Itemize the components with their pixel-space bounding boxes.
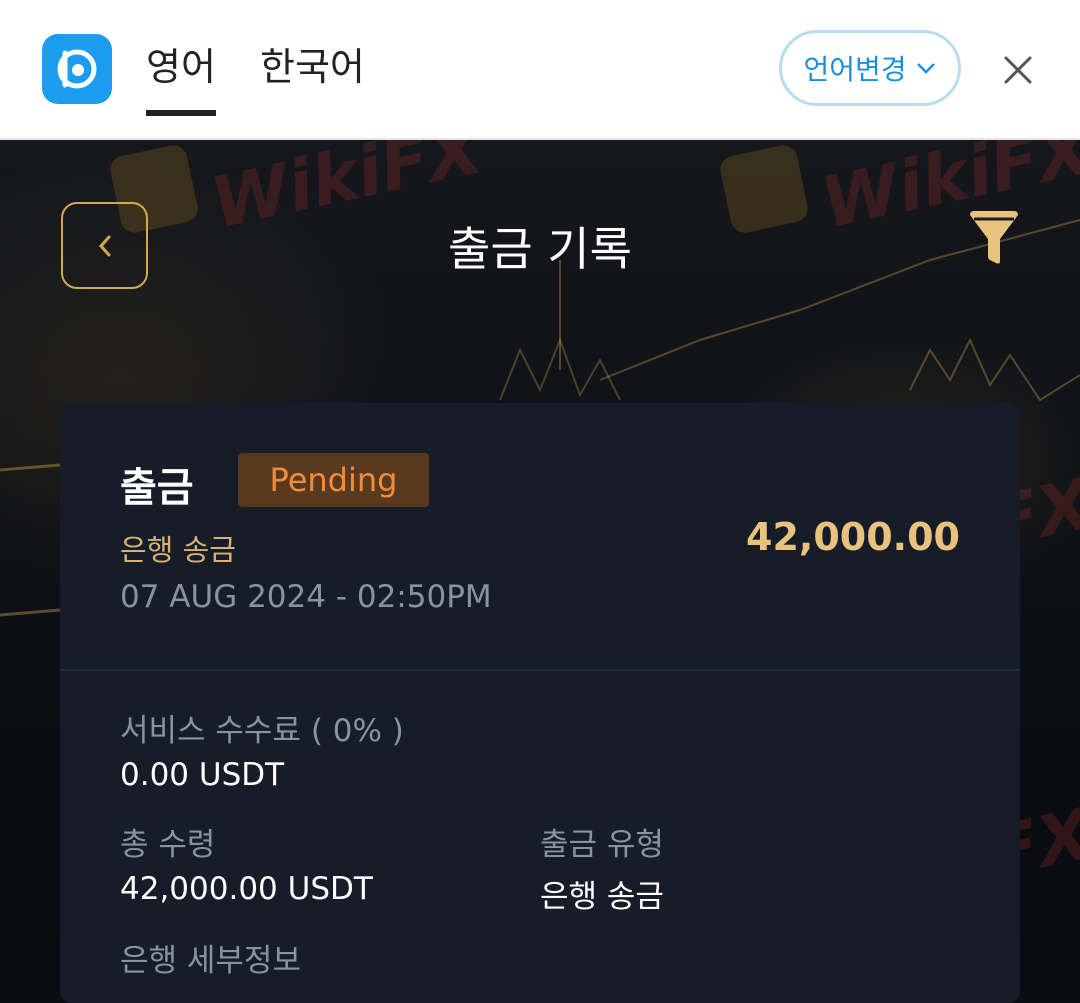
translate-app-icon bbox=[42, 34, 112, 104]
record-datetime: 07 AUG 2024 - 02:50PM bbox=[120, 579, 492, 615]
total-received-value: 42,000.00 USDT bbox=[120, 871, 373, 907]
record-type-label: 출금 bbox=[120, 465, 194, 511]
record-amount: 42,000.00 bbox=[746, 515, 960, 559]
divider bbox=[60, 669, 1020, 671]
filter-icon[interactable] bbox=[968, 211, 1020, 265]
fee-value: 0.00 USDT bbox=[120, 757, 285, 793]
withdraw-type-value: 은행 송금 bbox=[540, 879, 664, 915]
close-icon[interactable] bbox=[996, 48, 1040, 92]
chevron-down-icon bbox=[916, 63, 935, 74]
total-received-label: 총 수령 bbox=[120, 827, 216, 863]
status-badge: Pending bbox=[238, 453, 429, 507]
record-method: 은행 송금 bbox=[120, 533, 236, 567]
withdrawal-record-card[interactable]: 출금 Pending 은행 송금 07 AUG 2024 - 02:50PM 4… bbox=[60, 403, 1020, 1003]
change-language-button[interactable]: 언어변경 bbox=[779, 30, 961, 106]
tab-korean[interactable]: 한국어 bbox=[260, 40, 365, 94]
page-title: 출금 기록 bbox=[448, 222, 632, 276]
bank-details-label: 은행 세부정보 bbox=[120, 943, 301, 979]
change-language-label: 언어변경 bbox=[803, 53, 907, 86]
translate-bar: 영어 한국어 언어변경 bbox=[0, 0, 1080, 140]
tab-english[interactable]: 영어 bbox=[146, 40, 216, 116]
withdraw-type-label: 출금 유형 bbox=[540, 827, 664, 863]
fee-label: 서비스 수수료 ( 0% ) bbox=[120, 713, 404, 749]
